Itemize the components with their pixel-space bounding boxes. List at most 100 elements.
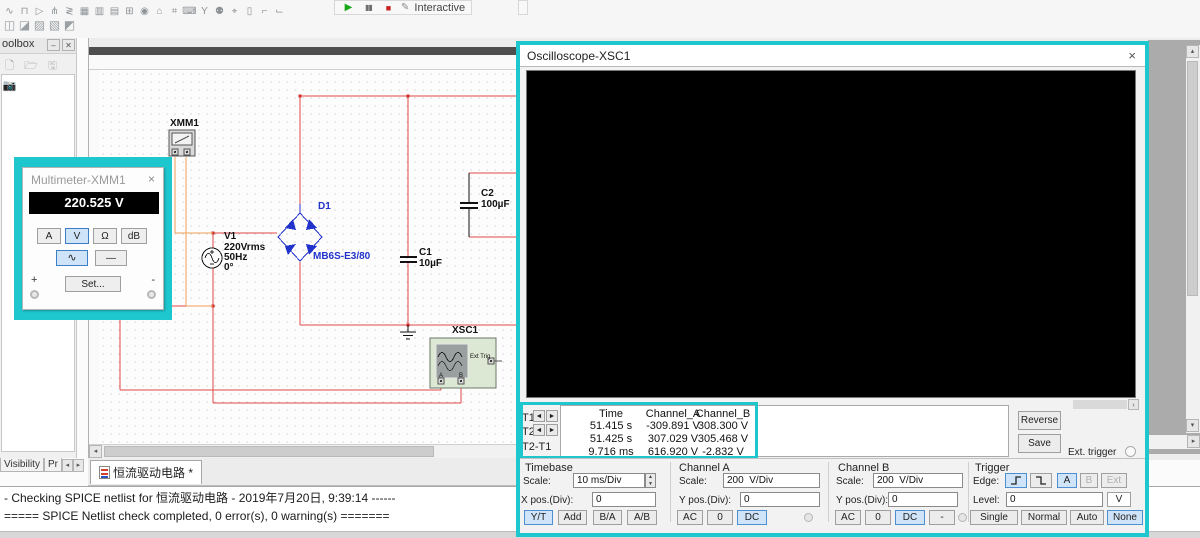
- scope-scroll-thumb[interactable]: [1073, 400, 1127, 409]
- rising-edge-icon[interactable]: [1005, 473, 1027, 488]
- timebase-scale-input[interactable]: [573, 473, 645, 488]
- trigger-auto-button[interactable]: Auto: [1070, 510, 1104, 525]
- place-power-icon[interactable]: ⌂: [152, 6, 167, 17]
- place-ttl-icon[interactable]: ▦: [77, 6, 92, 17]
- xsc1-label[interactable]: XSC1: [452, 326, 478, 336]
- timebase-spinner[interactable]: ▲ ▼: [645, 473, 656, 488]
- cursor1-right-button[interactable]: ►: [546, 410, 558, 422]
- trigger-none-button[interactable]: None: [1107, 510, 1143, 525]
- multimeter-db-button[interactable]: dB: [121, 228, 147, 244]
- hscroll-right-piece[interactable]: ▸: [1148, 435, 1200, 449]
- oscilloscope-window[interactable]: Oscilloscope-XSC1 × › T1 ◄ ► T2 ◄ ► T2-T…: [516, 41, 1149, 537]
- vscroll-thumb[interactable]: [1187, 61, 1198, 296]
- c1-name-label[interactable]: C1: [419, 248, 432, 258]
- trigger-a-button[interactable]: A: [1057, 473, 1077, 488]
- toolbox-minimize-button[interactable]: –: [47, 39, 60, 51]
- trigger-ext-button[interactable]: Ext: [1101, 473, 1127, 488]
- cursor1-left-button[interactable]: ◄: [533, 410, 545, 422]
- multimeter-ac-button[interactable]: ∿: [56, 250, 88, 266]
- timebase-ab-button[interactable]: A/B: [627, 510, 657, 525]
- channel-b-minus-button[interactable]: -: [929, 510, 955, 525]
- scroll-left-icon[interactable]: ◂: [89, 445, 102, 458]
- capture-screen-icon[interactable]: 📷: [1, 79, 18, 92]
- timebase-yt-button[interactable]: Y/T: [524, 510, 553, 525]
- interactive-icon: ✎: [401, 2, 410, 13]
- d1-name-label[interactable]: D1: [318, 202, 331, 212]
- trigger-normal-button[interactable]: Normal: [1021, 510, 1067, 525]
- channel-b-dc-button[interactable]: DC: [895, 510, 925, 525]
- grapher-icon[interactable]: ◫: [2, 18, 17, 32]
- new-document-icon[interactable]: 🗋: [1, 57, 18, 76]
- reports-icon[interactable]: ▧: [47, 18, 62, 32]
- place-rf-icon[interactable]: Y: [197, 6, 212, 17]
- place-mixed-icon[interactable]: ⊞: [122, 6, 137, 17]
- place-misc-digital-icon[interactable]: ▤: [107, 6, 122, 17]
- xmm1-label[interactable]: XMM1: [170, 119, 199, 129]
- oscilloscope-close-icon[interactable]: ×: [1128, 48, 1136, 63]
- v1-name-label[interactable]: V1: [224, 232, 236, 242]
- analyses-icon[interactable]: ◪: [17, 18, 32, 32]
- trigger-level-input[interactable]: [1006, 492, 1103, 507]
- multimeter-set-button[interactable]: Set...: [65, 276, 121, 292]
- scroll-down-icon[interactable]: ▾: [1186, 419, 1199, 432]
- tab-scroll-right-icon[interactable]: ▸: [72, 459, 84, 472]
- multimeter-ammeter-button[interactable]: A: [37, 228, 61, 244]
- cursor2-left-button[interactable]: ◄: [533, 424, 545, 436]
- tab-visibility[interactable]: Visibility: [0, 458, 44, 472]
- trigger-b-button[interactable]: B: [1080, 473, 1098, 488]
- capture-icon[interactable]: ◩: [62, 18, 77, 32]
- pause-simulation-button[interactable]: ▮▮: [361, 3, 376, 12]
- hierarchy-icon[interactable]: ⌐: [257, 6, 272, 17]
- trigger-single-button[interactable]: Single: [970, 510, 1018, 525]
- hscroll-thumb[interactable]: [104, 446, 434, 457]
- timebase-ba-button[interactable]: B/A: [593, 510, 622, 525]
- tab-scroll-left-icon[interactable]: ◂: [61, 459, 73, 472]
- channel-a-zero-button[interactable]: 0: [707, 510, 733, 525]
- falling-edge-icon[interactable]: [1030, 473, 1052, 488]
- multimeter-window[interactable]: Multimeter-XMM1 × 220.525 V A V Ω dB ∿ —…: [14, 157, 172, 320]
- channel-a-scale-input[interactable]: [723, 473, 820, 488]
- canvas-vertical-scrollbar[interactable]: ▴ ▾: [1186, 45, 1200, 433]
- channel-a-ac-button[interactable]: AC: [677, 510, 703, 525]
- timebase-add-button[interactable]: Add: [558, 510, 587, 525]
- oscilloscope-titlebar[interactable]: Oscilloscope-XSC1 ×: [520, 45, 1145, 67]
- reverse-button[interactable]: Reverse: [1018, 411, 1061, 430]
- run-simulation-button[interactable]: ▶: [341, 2, 356, 13]
- channel-b-ypos-input[interactable]: [888, 492, 958, 507]
- delete-icon[interactable]: ▯: [242, 6, 257, 17]
- place-indicator-icon[interactable]: ◉: [137, 6, 152, 17]
- col-header-channel-b: Channel_B: [695, 408, 751, 420]
- interactive-mode-label[interactable]: Interactive: [414, 2, 465, 14]
- stop-simulation-button[interactable]: ■: [381, 3, 396, 13]
- scroll-up-icon[interactable]: ▴: [1186, 45, 1199, 58]
- save-icon[interactable]: 🖫: [44, 57, 61, 76]
- place-mcu-icon[interactable]: ⌖: [227, 6, 242, 17]
- multimeter-ohmmeter-button[interactable]: Ω: [93, 228, 117, 244]
- open-folder-icon[interactable]: 🗁: [22, 57, 39, 76]
- place-misc-icon[interactable]: ⌗: [167, 6, 182, 17]
- scroll-right-icon[interactable]: ▸: [1187, 435, 1200, 448]
- channel-a-dc-button[interactable]: DC: [737, 510, 767, 525]
- ext-trigger-terminal[interactable]: [1125, 446, 1136, 457]
- timebase-xpos-input[interactable]: [592, 492, 656, 507]
- save-button[interactable]: Save: [1018, 434, 1061, 453]
- channel-b-zero-button[interactable]: 0: [865, 510, 891, 525]
- postprocessor-icon[interactable]: ▨: [32, 18, 47, 32]
- scope-scroll-right-icon[interactable]: ›: [1128, 399, 1139, 410]
- trigger-level-unit[interactable]: V: [1107, 492, 1131, 507]
- multimeter-voltmeter-button[interactable]: V: [65, 228, 89, 244]
- channel-b-ac-button[interactable]: AC: [835, 510, 861, 525]
- multimeter-close-icon[interactable]: ×: [148, 172, 155, 186]
- c2-name-label[interactable]: C2: [481, 189, 494, 199]
- place-cmos-icon[interactable]: ▥: [92, 6, 107, 17]
- channel-b-scale-input[interactable]: [873, 473, 963, 488]
- document-tab[interactable]: 恒流驱动电路 *: [90, 460, 203, 484]
- tab-project[interactable]: Pr: [43, 458, 62, 472]
- place-peripherals-icon[interactable]: ⌨: [182, 6, 197, 17]
- bus-icon[interactable]: ⌙: [272, 6, 287, 17]
- multimeter-dc-button[interactable]: —: [95, 250, 127, 266]
- place-electromech-icon[interactable]: ⚉: [212, 6, 227, 17]
- toolbox-close-button[interactable]: ✕: [62, 39, 75, 51]
- cursor2-right-button[interactable]: ►: [546, 424, 558, 436]
- channel-a-ypos-input[interactable]: [740, 492, 820, 507]
